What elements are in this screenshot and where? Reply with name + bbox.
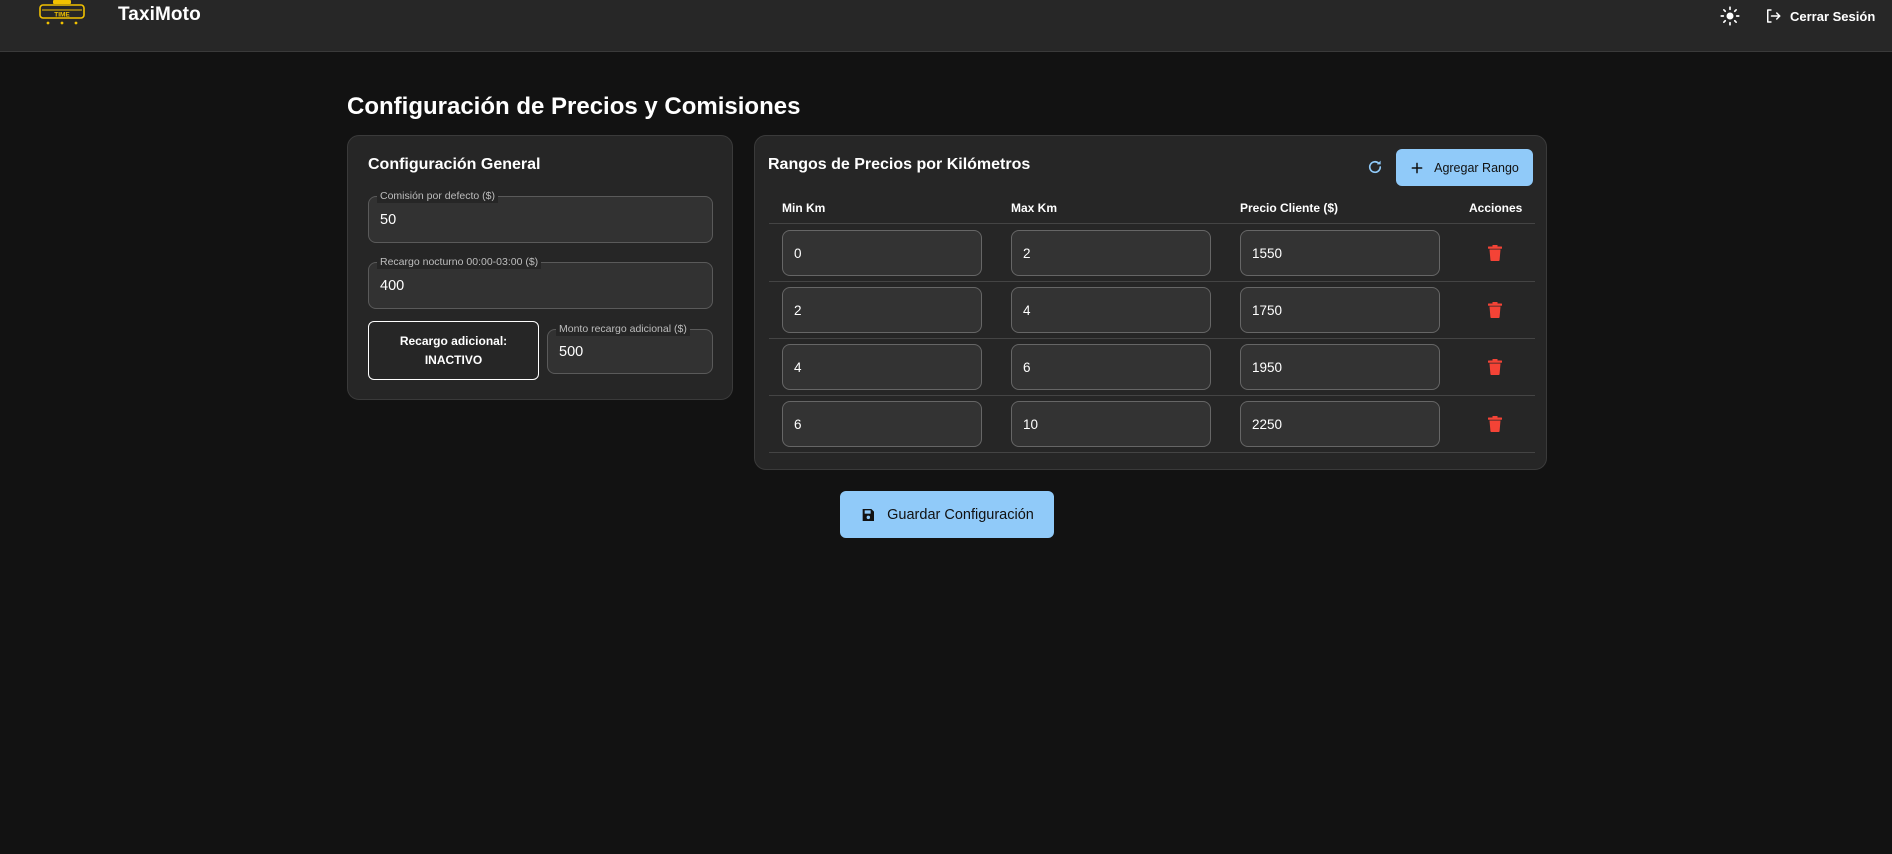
add-range-button[interactable]: Agregar Rango [1396, 149, 1533, 186]
delete-range-button[interactable] [1484, 299, 1506, 321]
min-km-field[interactable] [782, 401, 982, 447]
table-row [769, 225, 1535, 282]
save-icon [862, 508, 875, 521]
commission-input[interactable] [380, 197, 701, 242]
max-km-field[interactable] [1011, 230, 1211, 276]
general-config-title: Configuración General [368, 156, 541, 173]
min-km-field[interactable] [782, 344, 982, 390]
client-price-field[interactable] [1240, 344, 1440, 390]
header-actions: Acciones [1469, 201, 1523, 215]
max-km-input[interactable] [1023, 345, 1199, 389]
page-title: Configuración de Precios y Comisiones [347, 93, 801, 120]
app-bar: TIME TaxiMoto Cerrar Sesión [0, 0, 1892, 52]
table-row [769, 396, 1535, 453]
refresh-button[interactable] [1363, 155, 1387, 179]
max-km-field[interactable] [1011, 401, 1211, 447]
max-km-input[interactable] [1023, 288, 1199, 332]
plus-icon [1411, 162, 1423, 173]
delete-range-button[interactable] [1484, 413, 1506, 435]
min-km-input[interactable] [794, 231, 970, 275]
min-km-field[interactable] [782, 287, 982, 333]
save-config-label: Guardar Configuración [887, 506, 1034, 523]
delete-range-button[interactable] [1484, 242, 1506, 264]
night-surcharge-input[interactable] [380, 263, 701, 308]
client-price-input[interactable] [1252, 288, 1428, 332]
min-km-field[interactable] [782, 230, 982, 276]
logo: TIME [36, 0, 88, 26]
trash-icon [1488, 302, 1502, 318]
price-ranges-card: Rangos de Precios por Kilómetros Agregar… [754, 135, 1547, 470]
night-surcharge-field[interactable]: Recargo nocturno 00:00-03:00 ($) [368, 255, 713, 309]
extra-amount-input[interactable] [559, 330, 701, 373]
extra-surcharge-status: INACTIVO [424, 353, 483, 367]
trash-icon [1488, 245, 1502, 261]
max-km-field[interactable] [1011, 287, 1211, 333]
min-km-input[interactable] [794, 288, 970, 332]
max-km-input[interactable] [1023, 231, 1199, 275]
theme-toggle-button[interactable] [1718, 4, 1742, 28]
general-config-card: Configuración General Comisión por defec… [347, 135, 733, 400]
add-range-label: Agregar Rango [1434, 160, 1519, 175]
extra-surcharge-title: Recargo adicional: [399, 334, 508, 348]
client-price-field[interactable] [1240, 401, 1440, 447]
extra-amount-field[interactable]: Monto recargo adicional ($) [547, 322, 713, 374]
logout-icon [1767, 9, 1781, 23]
header-client-price: Precio Cliente ($) [1240, 201, 1339, 215]
header-max-km: Max Km [1011, 201, 1058, 215]
extra-surcharge-toggle-button[interactable]: Recargo adicional: INACTIVO [368, 321, 539, 380]
min-km-input[interactable] [794, 345, 970, 389]
app-brand: TaxiMoto [118, 4, 201, 25]
save-config-button[interactable]: Guardar Configuración [840, 491, 1054, 538]
client-price-field[interactable] [1240, 287, 1440, 333]
refresh-icon [1368, 160, 1382, 174]
table-row [769, 282, 1535, 339]
logout-button[interactable]: Cerrar Sesión [1764, 4, 1875, 28]
trash-icon [1488, 416, 1502, 432]
min-km-input[interactable] [794, 402, 970, 446]
commission-field[interactable]: Comisión por defecto ($) [368, 189, 713, 243]
client-price-input[interactable] [1252, 345, 1428, 389]
sun-icon [1720, 6, 1740, 26]
delete-range-button[interactable] [1484, 356, 1506, 378]
logout-label: Cerrar Sesión [1790, 8, 1876, 24]
max-km-input[interactable] [1023, 402, 1199, 446]
header-min-km: Min Km [782, 201, 826, 215]
trash-icon [1488, 359, 1502, 375]
table-row [769, 339, 1535, 396]
ranges-table-header: Min Km Max Km Precio Cliente ($) Accione… [769, 192, 1535, 224]
max-km-field[interactable] [1011, 344, 1211, 390]
price-ranges-title: Rangos de Precios por Kilómetros [768, 156, 1031, 173]
client-price-input[interactable] [1252, 402, 1428, 446]
logo-text: TIME [54, 12, 70, 19]
client-price-input[interactable] [1252, 231, 1428, 275]
client-price-field[interactable] [1240, 230, 1440, 276]
